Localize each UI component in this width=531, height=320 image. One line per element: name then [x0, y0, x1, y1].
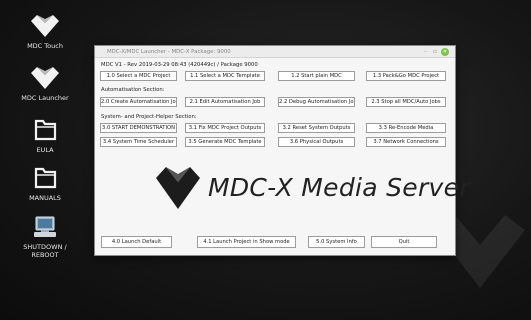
window-titlebar[interactable]: MDC-X/MDC Launcher - MDC-X Package: 9000…: [95, 46, 455, 58]
computer-icon: [34, 216, 56, 237]
folder-icon: [34, 167, 57, 189]
create-automatisation-job-button[interactable]: 2.0 Create Automatisation Job: [100, 97, 177, 107]
desktop-icon-label: EULA: [36, 146, 54, 154]
window-title: MDC-X/MDC Launcher - MDC-X Package: 9000: [107, 49, 231, 55]
select-mdc-project-button[interactable]: 1.0 Select a MDC Project: [100, 71, 177, 81]
reset-system-outputs-button[interactable]: 3.2 Reset System Outputs: [278, 123, 355, 133]
debug-automatisation-job-button[interactable]: 2.2 Debug Automatisation Job: [278, 97, 355, 107]
mdc-logo-icon: [31, 67, 59, 89]
desktop-icon-mdc-launcher[interactable]: MDC Launcher: [14, 66, 76, 102]
desktop-icon-label: MDC Touch: [27, 42, 63, 50]
pack-and-go-button[interactable]: 1.3 Pack&Go MDC Project: [366, 71, 446, 81]
edit-automatisation-job-button[interactable]: 2.1 Edit Automatisation Job: [185, 97, 265, 107]
fix-project-outputs-button[interactable]: 3.1 Fix MDC Project Outputs: [185, 123, 265, 133]
start-plain-mdc-button[interactable]: 1.2 Start plain MDC: [278, 71, 355, 81]
system-info-button[interactable]: 5.0 System Info: [308, 236, 365, 248]
mdc-logo-icon: [31, 15, 59, 37]
select-mdc-template-button[interactable]: 1.1 Select a MDC Template: [185, 71, 265, 81]
system-section-label: System- and Project-Helper Section:: [101, 114, 197, 120]
version-line: MDC V1 - Rev 2019-03-29 08:43 (420449c) …: [101, 62, 258, 68]
mdc-x-logo-icon: [156, 167, 200, 209]
close-button[interactable]: ✕: [441, 48, 449, 56]
start-demonstration-button[interactable]: 3.0 START DEMONSTRATION: [100, 123, 177, 133]
folder-icon: [34, 119, 57, 141]
generate-mdc-template-button[interactable]: 3.5 Generate MDC Template: [185, 137, 265, 147]
desktop-icon-label: MDC Launcher: [21, 94, 69, 102]
quit-button[interactable]: Quit: [371, 236, 437, 248]
launch-default-button[interactable]: 4.0 Launch Default: [101, 236, 172, 248]
re-encode-media-button[interactable]: 3.3 Re-Encode Media: [366, 123, 446, 133]
desktop-icon-label: MANUALS: [29, 194, 61, 202]
stop-all-jobs-button[interactable]: 2.3 Stop all MDC/Auto Jobs: [366, 97, 446, 107]
desktop-icon-mdc-touch[interactable]: MDC Touch: [14, 14, 76, 50]
desktop-icon-label: SHUTDOWN / REBOOT: [23, 243, 67, 259]
network-connections-button[interactable]: 3.7 Network Connections: [366, 137, 446, 147]
desktop-icon-eula[interactable]: EULA: [14, 118, 76, 154]
physical-outputs-button[interactable]: 3.6 Physical Outputs: [278, 137, 355, 147]
mdc-launcher-window: MDC-X/MDC Launcher - MDC-X Package: 9000…: [94, 45, 470, 256]
system-time-scheduler-button[interactable]: 3.4 System Time Scheduler: [100, 137, 177, 147]
launch-show-mode-button[interactable]: 4.1 Launch Project in Show mode: [197, 236, 296, 248]
desktop-icon-shutdown-reboot[interactable]: SHUTDOWN / REBOOT: [14, 215, 76, 259]
automatisation-section-label: Automatisation Section:: [101, 87, 165, 93]
desktop-icon-manuals[interactable]: MANUALS: [14, 166, 76, 202]
maximize-button[interactable]: ▫: [433, 46, 437, 58]
brand-title: MDC-X Media Server: [208, 173, 470, 202]
minimize-button[interactable]: –: [424, 46, 427, 58]
